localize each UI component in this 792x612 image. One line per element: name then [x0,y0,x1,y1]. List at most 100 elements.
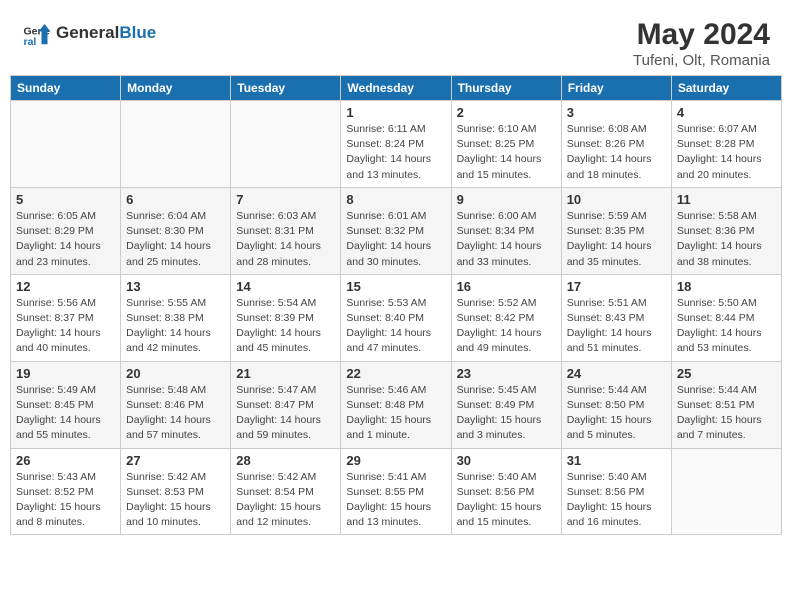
daylight-hours: Daylight: 15 hours [457,413,556,428]
sunrise-info: Sunrise: 6:11 AM [346,122,445,137]
sunset-info: and 8 minutes. [16,515,115,530]
sunset-info: and 15 minutes. [457,168,556,183]
sunset-info: and 23 minutes. [16,255,115,270]
daylight-hours: Daylight: 14 hours [457,239,556,254]
day-number: 30 [457,453,556,468]
sunset-info: and 51 minutes. [567,341,666,356]
sunrise-info: Sunrise: 5:51 AM [567,296,666,311]
day-number: 3 [567,105,666,120]
daylight-hours: Daylight: 15 hours [677,413,776,428]
sunset-info: and 1 minute. [346,428,445,443]
sunset-info: and 10 minutes. [126,515,225,530]
sunrise-info: Sunrise: 6:00 AM [457,209,556,224]
calendar-cell: 6Sunrise: 6:04 AMSunset: 8:30 PMDaylight… [121,187,231,274]
daylight-hours: Daylight: 14 hours [457,152,556,167]
sunset-info: Sunset: 8:42 PM [457,311,556,326]
sunset-info: Sunset: 8:40 PM [346,311,445,326]
day-info: Sunrise: 5:40 AMSunset: 8:56 PMDaylight:… [457,470,556,531]
day-number: 23 [457,366,556,381]
calendar-cell: 3 Sunrise: 6:08 AMSunset: 8:26 PMDaylight… [561,101,671,188]
calendar-cell: 13Sunrise: 5:55 AMSunset: 8:38 PMDayligh… [121,274,231,361]
day-info: Sunrise: 5:58 AMSunset: 8:36 PMDaylight:… [677,209,776,270]
sunset-info: and 28 minutes. [236,255,335,270]
day-info: Sunrise: 6:07 AMSunset: 8:28 PMDaylight:… [677,122,776,183]
sunset-info: and 57 minutes. [126,428,225,443]
sunset-info: Sunset: 8:54 PM [236,485,335,500]
day-number: 2 [457,105,556,120]
day-info: Sunrise: 6:10 AMSunset: 8:25 PMDaylight:… [457,122,556,183]
daylight-hours: Daylight: 14 hours [236,326,335,341]
calendar-cell: 4 Sunrise: 6:07 AMSunset: 8:28 PMDaylight… [671,101,781,188]
day-info: Sunrise: 6:11 AMSunset: 8:24 PMDaylight:… [346,122,445,183]
calendar-cell: 10Sunrise: 5:59 AMSunset: 8:35 PMDayligh… [561,187,671,274]
day-info: Sunrise: 5:55 AMSunset: 8:38 PMDaylight:… [126,296,225,357]
sunset-info: and 20 minutes. [677,168,776,183]
day-info: Sunrise: 5:42 AMSunset: 8:54 PMDaylight:… [236,470,335,531]
daylight-hours: Daylight: 14 hours [346,326,445,341]
calendar-cell: 2 Sunrise: 6:10 AMSunset: 8:25 PMDaylight… [451,101,561,188]
sunrise-info: Sunrise: 5:56 AM [16,296,115,311]
calendar-cell: 8Sunrise: 6:01 AMSunset: 8:32 PMDaylight… [341,187,451,274]
calendar-cell: 31Sunrise: 5:40 AMSunset: 8:56 PMDayligh… [561,448,671,535]
day-number: 22 [346,366,445,381]
calendar-cell: 16Sunrise: 5:52 AMSunset: 8:42 PMDayligh… [451,274,561,361]
daylight-hours: Daylight: 14 hours [567,326,666,341]
sunset-info: Sunset: 8:49 PM [457,398,556,413]
calendar-cell: 5Sunrise: 6:05 AMSunset: 8:29 PMDaylight… [11,187,121,274]
calendar-cell: 22Sunrise: 5:46 AMSunset: 8:48 PMDayligh… [341,361,451,448]
day-number: 4 [677,105,776,120]
sunrise-info: Sunrise: 6:08 AM [567,122,666,137]
daylight-hours: Daylight: 14 hours [567,239,666,254]
sunrise-info: Sunrise: 5:50 AM [677,296,776,311]
sunset-info: Sunset: 8:30 PM [126,224,225,239]
day-info: Sunrise: 5:56 AMSunset: 8:37 PMDaylight:… [16,296,115,357]
logo-icon: Gene ral [22,18,52,48]
sunset-info: Sunset: 8:35 PM [567,224,666,239]
calendar-cell: 21Sunrise: 5:47 AMSunset: 8:47 PMDayligh… [231,361,341,448]
calendar-header-row: SundayMondayTuesdayWednesdayThursdayFrid… [11,76,782,101]
sunset-info: Sunset: 8:46 PM [126,398,225,413]
sunset-info: Sunset: 8:36 PM [677,224,776,239]
day-info: Sunrise: 5:59 AMSunset: 8:35 PMDaylight:… [567,209,666,270]
sunset-info: Sunset: 8:55 PM [346,485,445,500]
daylight-hours: Daylight: 15 hours [457,500,556,515]
day-info: Sunrise: 6:08 AMSunset: 8:26 PMDaylight:… [567,122,666,183]
sunrise-info: Sunrise: 5:41 AM [346,470,445,485]
sunset-info: Sunset: 8:48 PM [346,398,445,413]
sunset-info: and 49 minutes. [457,341,556,356]
calendar-cell: 11 Sunrise: 5:58 AMSunset: 8:36 PMDayligh… [671,187,781,274]
calendar-table: SundayMondayTuesdayWednesdayThursdayFrid… [10,75,782,535]
sunset-info: Sunset: 8:43 PM [567,311,666,326]
daylight-hours: Daylight: 14 hours [16,239,115,254]
page-header: Gene ral GeneralBlue May 2024 Tufeni, Ol… [10,10,782,75]
calendar-cell: 30 Sunrise: 5:40 AMSunset: 8:56 PMDayligh… [451,448,561,535]
day-info: Sunrise: 6:04 AMSunset: 8:30 PMDaylight:… [126,209,225,270]
sunset-info: and 47 minutes. [346,341,445,356]
calendar-cell: 25Sunrise: 5:44 AMSunset: 8:51 PMDayligh… [671,361,781,448]
day-number: 7 [236,192,335,207]
day-info: Sunrise: 5:45 AMSunset: 8:49 PMDaylight:… [457,383,556,444]
day-number: 11 [677,192,776,207]
calendar-cell [11,101,121,188]
sunrise-info: Sunrise: 5:43 AM [16,470,115,485]
sunrise-info: Sunrise: 5:53 AM [346,296,445,311]
day-info: Sunrise: 5:44 AMSunset: 8:51 PMDaylight:… [677,383,776,444]
sunrise-info: Sunrise: 5:44 AM [677,383,776,398]
sunset-info: Sunset: 8:52 PM [16,485,115,500]
sunset-info: and 12 minutes. [236,515,335,530]
col-header-monday: Monday [121,76,231,101]
sunrise-info: Sunrise: 5:47 AM [236,383,335,398]
day-number: 15 [346,279,445,294]
sunset-info: and 16 minutes. [567,515,666,530]
day-info: Sunrise: 6:05 AMSunset: 8:29 PMDaylight:… [16,209,115,270]
day-number: 26 [16,453,115,468]
calendar-week-row: 1Sunrise: 6:11 AMSunset: 8:24 PMDaylight… [11,101,782,188]
daylight-hours: Daylight: 14 hours [16,326,115,341]
sunset-info: Sunset: 8:51 PM [677,398,776,413]
location-subtitle: Tufeni, Olt, Romania [633,52,770,69]
day-number: 19 [16,366,115,381]
sunrise-info: Sunrise: 6:05 AM [16,209,115,224]
sunset-info: and 3 minutes. [457,428,556,443]
daylight-hours: Daylight: 15 hours [567,413,666,428]
sunset-info: and 30 minutes. [346,255,445,270]
